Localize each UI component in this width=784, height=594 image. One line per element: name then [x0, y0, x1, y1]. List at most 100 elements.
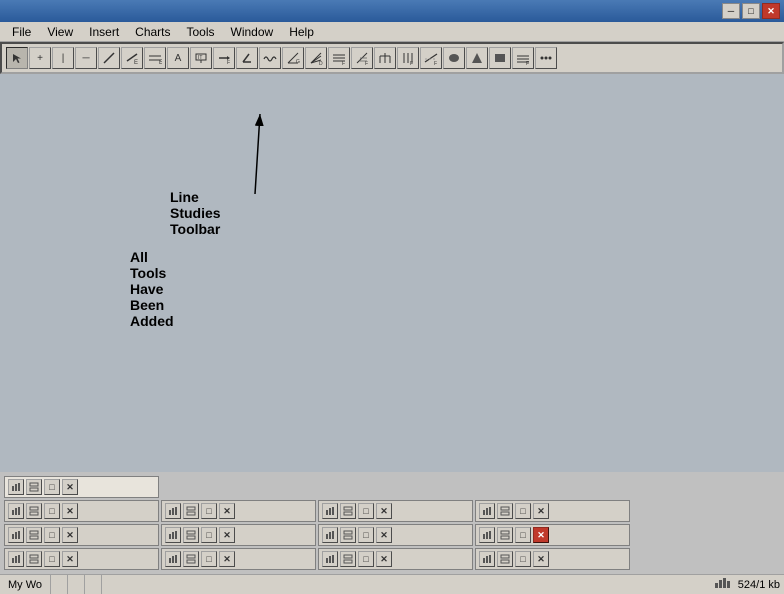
- sub-stack-icon-2-1[interactable]: [26, 503, 42, 519]
- menu-window[interactable]: Window: [223, 23, 282, 41]
- subwindow-tab-4-2[interactable]: □ ✕: [161, 548, 316, 570]
- sub-stack-icon-2-2[interactable]: [183, 503, 199, 519]
- sub-restore-2-1[interactable]: □: [44, 503, 60, 519]
- sub-restore-3-4[interactable]: □: [515, 527, 531, 543]
- menu-insert[interactable]: Insert: [81, 23, 127, 41]
- sub-chart-icon-2-4[interactable]: [479, 503, 495, 519]
- tool-price-label[interactable]: IT: [190, 47, 212, 69]
- sub-close-4-1[interactable]: ✕: [62, 551, 78, 567]
- sub-stack-icon-3-3[interactable]: [340, 527, 356, 543]
- tool-angle[interactable]: [236, 47, 258, 69]
- menu-view[interactable]: View: [39, 23, 81, 41]
- sub-chart-icon-4-4[interactable]: [479, 551, 495, 567]
- sub-stack-icon-3-2[interactable]: [183, 527, 199, 543]
- subwindow-tab-4-4[interactable]: □ ✕: [475, 548, 630, 570]
- subwindow-tab-4-3[interactable]: □ ✕: [318, 548, 473, 570]
- sub-restore-3-1[interactable]: □: [44, 527, 60, 543]
- tool-fib-retracement[interactable]: F: [351, 47, 373, 69]
- subwindow-tab-3-2[interactable]: □ ✕: [161, 524, 316, 546]
- sub-close-red-3-4[interactable]: ✕: [533, 527, 549, 543]
- sub-close-4-3[interactable]: ✕: [376, 551, 392, 567]
- sub-stack-icon-2-3[interactable]: [340, 503, 356, 519]
- sub-stack-icon-4-4[interactable]: [497, 551, 513, 567]
- tool-trend-line[interactable]: [98, 47, 120, 69]
- tool-ray[interactable]: E: [121, 47, 143, 69]
- subwindow-tab-2-4[interactable]: □ ✕: [475, 500, 630, 522]
- tool-parallel[interactable]: E: [144, 47, 166, 69]
- tool-triangle[interactable]: [466, 47, 488, 69]
- sub-stack-icon-3-1[interactable]: [26, 527, 42, 543]
- tool-gann[interactable]: F: [328, 47, 350, 69]
- sub-restore-3-3[interactable]: □: [358, 527, 374, 543]
- tool-linear-regression[interactable]: F: [420, 47, 442, 69]
- sub-chart-icon-3-4[interactable]: [479, 527, 495, 543]
- sub-chart-icon-4-2[interactable]: [165, 551, 181, 567]
- subwindow-tab-4-1[interactable]: □ ✕: [4, 548, 159, 570]
- menu-charts[interactable]: Charts: [127, 23, 178, 41]
- sub-close-btn-1-1[interactable]: ✕: [62, 479, 78, 495]
- sub-restore-2-3[interactable]: □: [358, 503, 374, 519]
- sub-chart-icon-2-2[interactable]: [165, 503, 181, 519]
- sub-stack-icon-1-1[interactable]: [26, 479, 42, 495]
- sub-restore-2-4[interactable]: □: [515, 503, 531, 519]
- subwindow-tab-3-1[interactable]: □ ✕: [4, 524, 159, 546]
- tool-select[interactable]: [6, 47, 28, 69]
- maximize-button[interactable]: □: [742, 3, 760, 19]
- tool-rectangle[interactable]: [489, 47, 511, 69]
- sub-close-2-3[interactable]: ✕: [376, 503, 392, 519]
- sub-restore-4-4[interactable]: □: [515, 551, 531, 567]
- sub-chart-icon-3-2[interactable]: [165, 527, 181, 543]
- sub-stack-icon-4-1[interactable]: [26, 551, 42, 567]
- sub-restore-2-2[interactable]: □: [201, 503, 217, 519]
- minimize-button[interactable]: ─: [722, 3, 740, 19]
- sub-close-2-4[interactable]: ✕: [533, 503, 549, 519]
- tool-pitchfork[interactable]: [374, 47, 396, 69]
- sub-close-3-1[interactable]: ✕: [62, 527, 78, 543]
- tool-ellipse[interactable]: [443, 47, 465, 69]
- sub-chart-icon-2-1[interactable]: [8, 503, 24, 519]
- sub-chart-icon-2-3[interactable]: [322, 503, 338, 519]
- sub-close-4-2[interactable]: ✕: [219, 551, 235, 567]
- sub-stack-icon-2-4[interactable]: [497, 503, 513, 519]
- subwindow-tab-2-1[interactable]: □ ✕: [4, 500, 159, 522]
- sub-stack-icon-4-2[interactable]: [183, 551, 199, 567]
- menu-file[interactable]: File: [4, 23, 39, 41]
- sub-restore-4-2[interactable]: □: [201, 551, 217, 567]
- status-section-2: [68, 575, 85, 594]
- menu-help[interactable]: Help: [281, 23, 322, 41]
- sub-chart-icon-3-1[interactable]: [8, 527, 24, 543]
- tool-arrow[interactable]: F: [213, 47, 235, 69]
- sub-restore-4-1[interactable]: □: [44, 551, 60, 567]
- sub-chart-icon-4-3[interactable]: [322, 551, 338, 567]
- tool-fan[interactable]: D: [305, 47, 327, 69]
- subwindow-tab-3-4[interactable]: □ ✕: [475, 524, 630, 546]
- close-button[interactable]: ✕: [762, 3, 780, 19]
- sub-restore-icon-1-1[interactable]: □: [44, 479, 60, 495]
- sub-chart-icon-4-1[interactable]: [8, 551, 24, 567]
- sub-restore-3-2[interactable]: □: [201, 527, 217, 543]
- menu-tools[interactable]: Tools: [179, 23, 223, 41]
- sub-close-2-2[interactable]: ✕: [219, 503, 235, 519]
- subwindow-tab-3-3[interactable]: □ ✕: [318, 524, 473, 546]
- tool-crosshair[interactable]: +: [29, 47, 51, 69]
- sub-chart-icon-1-1[interactable]: [8, 479, 24, 495]
- sub-stack-icon-3-4[interactable]: [497, 527, 513, 543]
- sub-close-3-2[interactable]: ✕: [219, 527, 235, 543]
- subwindow-tab-1-1[interactable]: □ ✕: [4, 476, 159, 498]
- tool-text[interactable]: A: [167, 47, 189, 69]
- sub-close-4-4[interactable]: ✕: [533, 551, 549, 567]
- tool-speed[interactable]: G: [282, 47, 304, 69]
- tool-vertical-line[interactable]: |: [52, 47, 74, 69]
- subwindow-tab-2-3[interactable]: □ ✕: [318, 500, 473, 522]
- tool-horizontal-line[interactable]: ─: [75, 47, 97, 69]
- tool-brush[interactable]: F: [512, 47, 534, 69]
- sub-chart-icon-3-3[interactable]: [322, 527, 338, 543]
- tool-more[interactable]: [535, 47, 557, 69]
- sub-close-3-3[interactable]: ✕: [376, 527, 392, 543]
- sub-close-2-1[interactable]: ✕: [62, 503, 78, 519]
- tool-cycle-lines[interactable]: F: [397, 47, 419, 69]
- sub-stack-icon-4-3[interactable]: [340, 551, 356, 567]
- subwindow-tab-2-2[interactable]: □ ✕: [161, 500, 316, 522]
- sub-restore-4-3[interactable]: □: [358, 551, 374, 567]
- tool-wave[interactable]: [259, 47, 281, 69]
